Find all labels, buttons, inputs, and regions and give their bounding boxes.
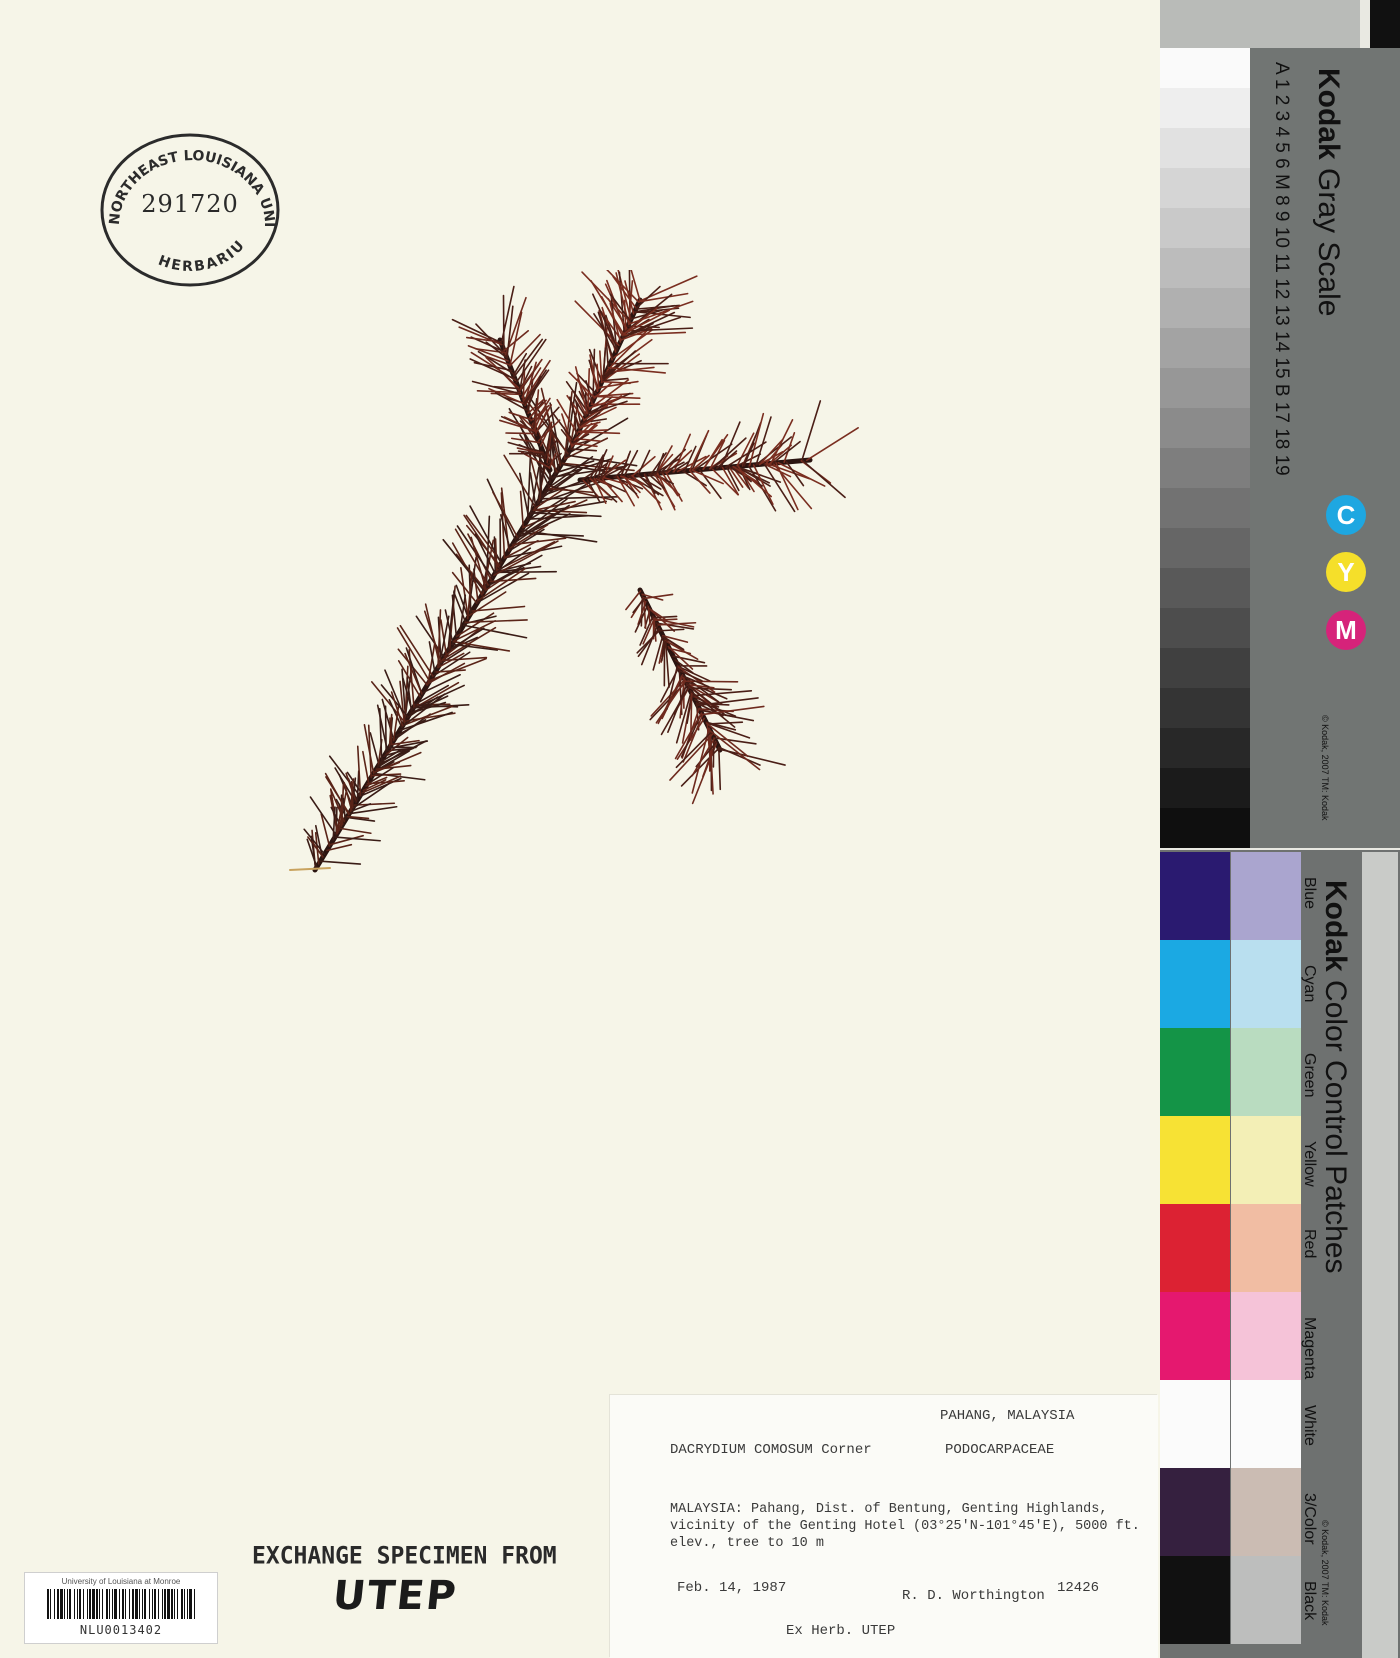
label-collector: R. D. Worthington: [902, 1588, 1045, 1604]
gray-step: [1160, 528, 1250, 568]
color-patch-label: Magenta: [1301, 1317, 1318, 1380]
color-patch-dark: [1160, 1116, 1230, 1204]
gray-step: [1160, 208, 1250, 248]
gray-card-corner: [1370, 0, 1400, 48]
gray-scale-title: Kodak Gray Scale: [1311, 68, 1345, 316]
barcode-id: NLU0013402: [79, 1623, 163, 1637]
label-locality: MALAYSIA: Pahang, Dist. of Bentung, Gent…: [670, 1502, 1140, 1551]
herbarium-stamp: NORTHEAST LOUISIANA UNIVERSITY HERBARIUM…: [89, 118, 283, 293]
color-patch-dark: [1160, 1292, 1230, 1380]
barcode-institution: University of Louisiana at Monroe: [61, 1577, 181, 1586]
label-region: PAHANG, MALAYSIA: [940, 1408, 1075, 1424]
gray-step: [1160, 48, 1250, 88]
gray-steps: [1160, 48, 1250, 848]
color-patch-light: [1231, 940, 1301, 1028]
color-patch-light: [1231, 1292, 1301, 1380]
exchange-source-handwritten: UTEP: [330, 1573, 460, 1619]
specimen-branch: [289, 270, 859, 873]
color-patch-label: Blue: [1301, 877, 1318, 910]
label-date: Feb. 14, 1987: [677, 1580, 787, 1596]
gray-scale-brand: Kodak: [1312, 68, 1345, 160]
color-patch-light: [1231, 1204, 1301, 1292]
color-patch-dark: [1160, 1556, 1230, 1644]
accession-number: 291720: [141, 190, 239, 218]
color-patch-light: [1231, 1468, 1301, 1556]
gray-card-tab: [1160, 0, 1360, 48]
gray-step: [1160, 288, 1250, 328]
specimen-label: PAHANG, MALAYSIA DACRYDIUM COMOSUM Corne…: [610, 1395, 1158, 1658]
color-patch-light: [1231, 1116, 1301, 1204]
color-card-brand: Kodak: [1319, 880, 1352, 972]
gray-scale-copyright: © Kodak, 2007 TM: Kodak: [1320, 715, 1330, 821]
gray-step: [1160, 408, 1250, 448]
barcode-icon: [47, 1589, 195, 1619]
gray-step: [1160, 128, 1250, 168]
gray-step: [1160, 368, 1250, 408]
color-patch-dark: [1160, 940, 1230, 1028]
color-patch-light: [1231, 1380, 1301, 1468]
gray-step: [1160, 648, 1250, 688]
cyan-dot-icon: C: [1326, 495, 1366, 535]
color-patch-dark: [1160, 1380, 1230, 1468]
color-patch-label: White: [1301, 1405, 1318, 1446]
gray-step: [1160, 728, 1250, 768]
gray-step: [1160, 768, 1250, 808]
gray-step: [1160, 448, 1250, 488]
color-patch-label: Black: [1301, 1581, 1318, 1621]
color-patch-light: [1231, 852, 1301, 940]
gray-step: [1160, 328, 1250, 368]
color-patch-label: Green: [1301, 1053, 1318, 1098]
magenta-dot-icon: M: [1326, 610, 1366, 650]
color-patch-label: Cyan: [1301, 965, 1318, 1003]
gray-step: [1160, 568, 1250, 608]
exchange-stamp: EXCHANGE SPECIMEN FROM: [252, 1542, 557, 1570]
color-patch-light: [1231, 1556, 1301, 1644]
label-collection-number: 12426: [1057, 1580, 1100, 1596]
color-patch-dark: [1160, 1468, 1230, 1556]
color-patch-dark: [1160, 852, 1230, 940]
color-patch-dark: [1160, 1204, 1230, 1292]
label-taxon: DACRYDIUM COMOSUM Corner: [670, 1442, 872, 1458]
gray-step: [1160, 488, 1250, 528]
color-patch-label: Red: [1301, 1229, 1318, 1259]
color-patch-dark: [1160, 1028, 1230, 1116]
barcode-label: University of Louisiana at Monroe NLU001…: [24, 1572, 218, 1644]
gray-scale-step-labels: A 1 2 3 4 5 6 M 8 9 10 11 12 13 14 15 B …: [1271, 62, 1292, 476]
gray-step: [1160, 88, 1250, 128]
color-card-name: Color Control Patches: [1319, 980, 1352, 1274]
gray-step: [1160, 168, 1250, 208]
color-patch-light: [1231, 1028, 1301, 1116]
label-ex-herb: Ex Herb. UTEP: [786, 1623, 896, 1639]
color-card-title: Kodak Color Control Patches: [1318, 880, 1352, 1274]
gray-scale-name: Gray Scale: [1312, 168, 1345, 317]
color-patch-label: 3/Color: [1301, 1493, 1318, 1545]
ruler: [1362, 852, 1398, 1658]
gray-step: [1160, 608, 1250, 648]
gray-step: [1160, 688, 1250, 728]
label-family: PODOCARPACEAE: [945, 1442, 1055, 1458]
color-patch-label: Yellow: [1301, 1141, 1318, 1187]
gray-step: [1160, 248, 1250, 288]
gray-step: [1160, 808, 1250, 848]
yellow-dot-icon: Y: [1326, 552, 1366, 592]
color-card-copyright: © Kodak, 2007 TM: Kodak: [1320, 1520, 1330, 1626]
